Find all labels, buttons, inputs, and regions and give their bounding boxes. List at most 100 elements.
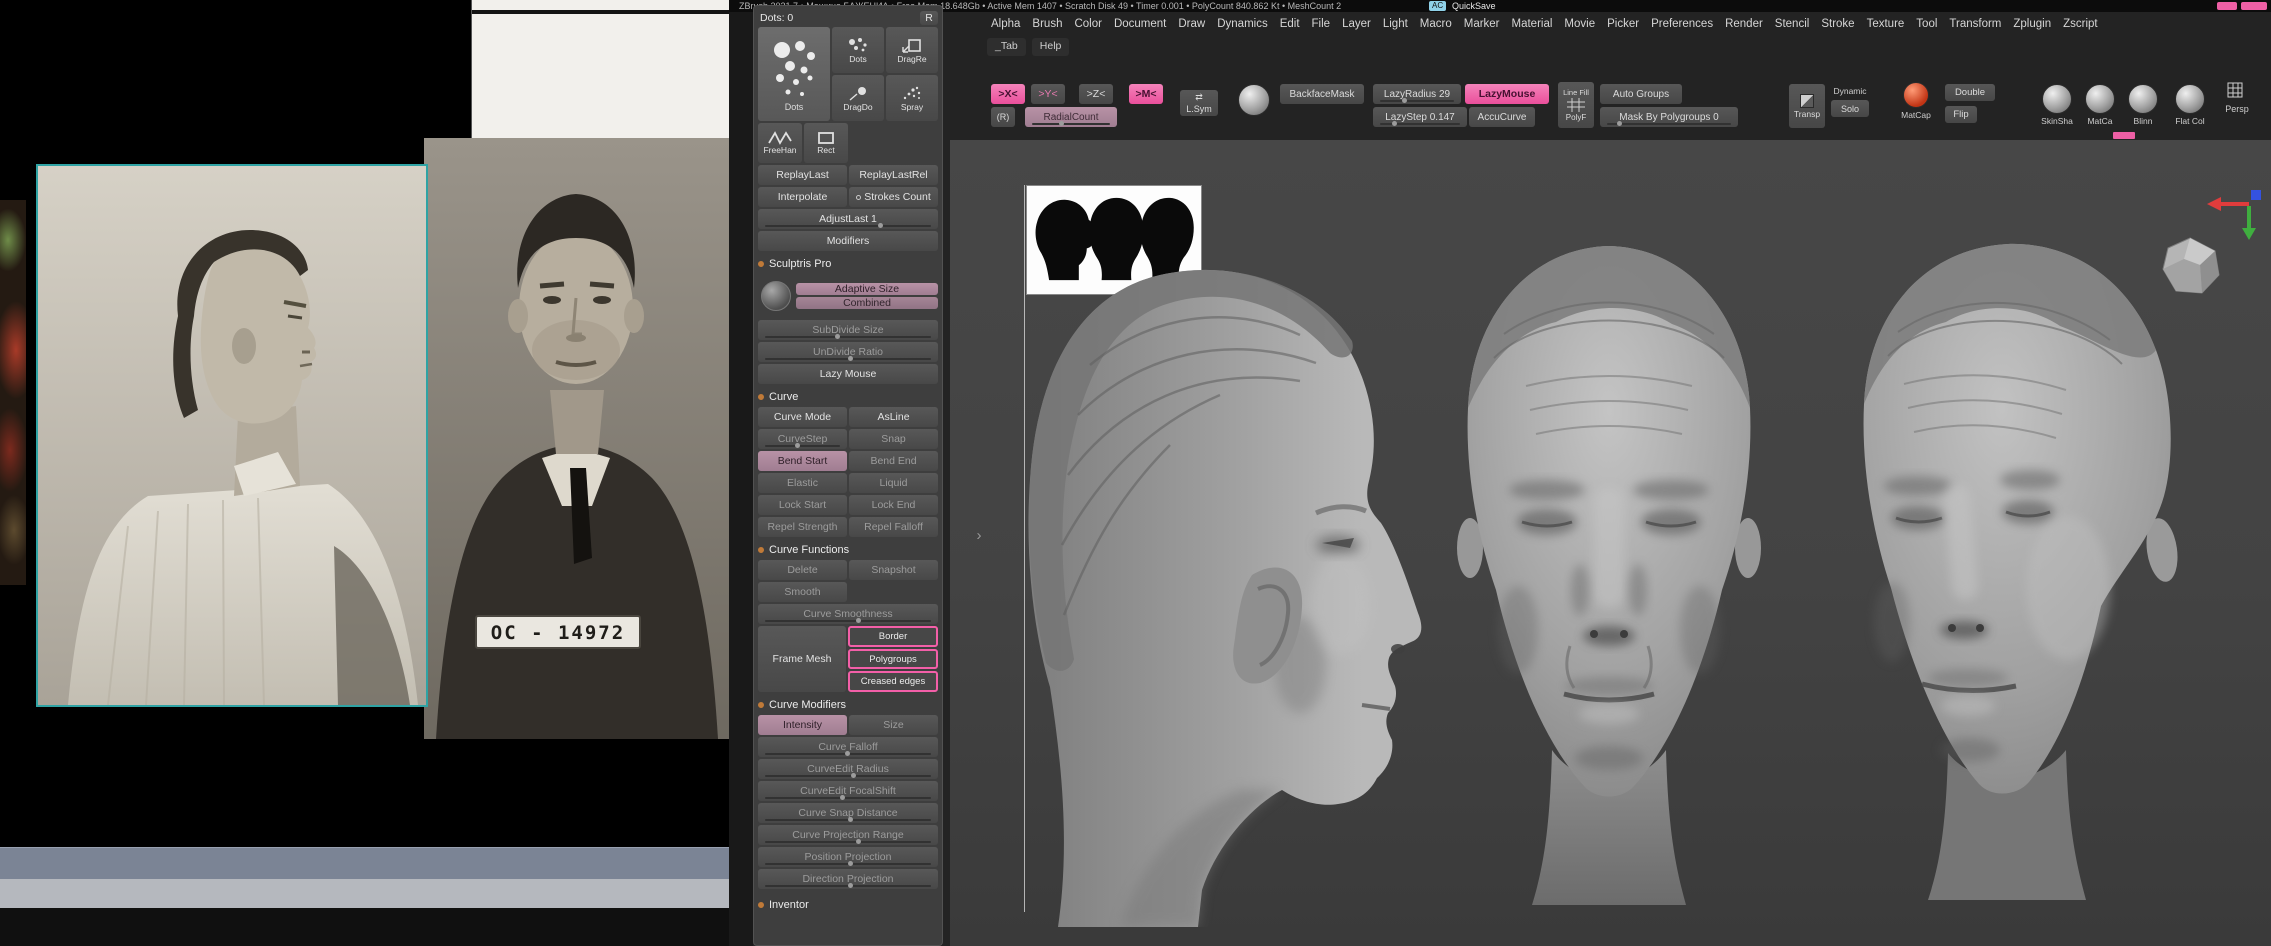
stroke-type-freehand[interactable]: FreeHan [758, 123, 802, 163]
nav-rock-widget[interactable] [2160, 235, 2222, 297]
stroke-type-dots-selected[interactable]: Dots [758, 27, 830, 121]
menu-layer[interactable]: Layer [1336, 16, 1377, 32]
replay-last-rel-button[interactable]: ReplayLastRel [849, 165, 938, 185]
line-fill-button[interactable]: Line Fill PolyF [1558, 82, 1594, 128]
material-blinn-sphere[interactable] [2128, 84, 2158, 114]
backface-sphere-icon[interactable] [1238, 84, 1270, 116]
snap-button[interactable]: Snap [849, 429, 938, 449]
modifiers-section-button[interactable]: Modifiers [758, 231, 938, 251]
adjust-last-slider[interactable]: AdjustLast 1 [758, 209, 938, 229]
lazy-radius-slider[interactable]: LazyRadius 29 [1373, 84, 1461, 104]
radial-r-button[interactable]: (R) [991, 107, 1015, 127]
transp-button[interactable]: Transp [1789, 84, 1825, 128]
menu-stencil[interactable]: Stencil [1769, 16, 1816, 32]
lazy-step-slider[interactable]: LazyStep 0.147 [1373, 107, 1467, 127]
size-button[interactable]: Size [849, 715, 938, 735]
intensity-button[interactable]: Intensity [758, 715, 847, 735]
elastic-button[interactable]: Elastic [758, 473, 847, 493]
menu-draw[interactable]: Draw [1172, 16, 1211, 32]
frame-mesh-border-button[interactable]: Border [848, 626, 938, 647]
delete-button[interactable]: Delete [758, 560, 847, 580]
solo-button[interactable]: Solo [1831, 100, 1869, 117]
menu-movie[interactable]: Movie [1558, 16, 1601, 32]
menu-picker[interactable]: Picker [1601, 16, 1645, 32]
stroke-type-rect[interactable]: Rect [804, 123, 848, 163]
bend-start-button[interactable]: Bend Start [758, 451, 847, 471]
bend-end-button[interactable]: Bend End [849, 451, 938, 471]
menu-tool[interactable]: Tool [1910, 16, 1943, 32]
menu-preferences[interactable]: Preferences [1645, 16, 1719, 32]
menu-file[interactable]: File [1306, 16, 1337, 32]
axis-gizmo[interactable] [2205, 182, 2265, 240]
frame-mesh-creased-edges-button[interactable]: Creased edges [848, 671, 938, 692]
undivide-ratio-slider[interactable]: UnDivide Ratio [758, 342, 938, 362]
curve-step-slider[interactable]: CurveStep [758, 429, 847, 449]
subdivide-size-slider[interactable]: SubDivide Size [758, 320, 938, 340]
sculpt-head-profile[interactable] [1000, 245, 1430, 927]
lock-start-button[interactable]: Lock Start [758, 495, 847, 515]
double-button[interactable]: Double [1945, 84, 1995, 101]
menu-texture[interactable]: Texture [1861, 16, 1911, 32]
replay-last-button[interactable]: ReplayLast [758, 165, 847, 185]
sym-m-button[interactable]: >M< [1129, 84, 1163, 104]
sculpt-head-three-quarter[interactable] [1818, 238, 2230, 900]
menu-macro[interactable]: Macro [1414, 16, 1458, 32]
persp-label[interactable]: Persp [2217, 104, 2257, 114]
background-window[interactable] [471, 0, 729, 138]
quicksave-button[interactable]: QuickSave [1452, 0, 1496, 12]
tab-button[interactable]: _Tab [987, 38, 1026, 56]
curve-functions-header[interactable]: Curve Functions [758, 542, 938, 558]
titlebar-pink-chip-2[interactable] [2241, 2, 2267, 10]
material-flatcolor-sphere[interactable] [2175, 84, 2205, 114]
flip-button[interactable]: Flip [1945, 106, 1977, 123]
matcap-red-sphere-icon[interactable] [1903, 82, 1929, 108]
repel-strength-slider[interactable]: Repel Strength [758, 517, 847, 537]
help-button[interactable]: Help [1032, 38, 1070, 56]
material-skinshade-sphere[interactable] [2042, 84, 2072, 114]
dots-count-slider[interactable]: Dots: 0 [758, 12, 918, 24]
menu-color[interactable]: Color [1068, 16, 1107, 32]
lock-end-button[interactable]: Lock End [849, 495, 938, 515]
curve-falloff-slider[interactable]: Curve Falloff [758, 737, 938, 757]
repel-falloff-slider[interactable]: Repel Falloff [849, 517, 938, 537]
mask-by-polygroups-slider[interactable]: Mask By Polygroups 0 [1600, 107, 1738, 127]
menu-marker[interactable]: Marker [1458, 16, 1506, 32]
strokes-count-button[interactable]: Strokes Count [849, 187, 938, 207]
frame-mesh-button[interactable]: Frame Mesh [758, 626, 846, 692]
reference-photo-mugshot[interactable]: OC - 14972 [424, 138, 729, 739]
menu-stroke[interactable]: Stroke [1815, 16, 1860, 32]
sculptris-pro-header[interactable]: Sculptris Pro [758, 256, 938, 272]
sym-y-button[interactable]: >Y< [1031, 84, 1065, 104]
curve-modifiers-header[interactable]: Curve Modifiers [758, 697, 938, 713]
menu-dynamics[interactable]: Dynamics [1211, 16, 1273, 32]
curve-header[interactable]: Curve [758, 389, 938, 405]
liquid-button[interactable]: Liquid [849, 473, 938, 493]
stroke-type-dragrect[interactable]: DragRe [886, 27, 938, 73]
lsym-button[interactable]: ⇄L.Sym [1180, 90, 1218, 116]
curve-snap-distance-slider[interactable]: Curve Snap Distance [758, 803, 938, 823]
interpolate-button[interactable]: Interpolate [758, 187, 847, 207]
lazy-mouse-button[interactable]: LazyMouse [1465, 84, 1549, 104]
menu-render[interactable]: Render [1719, 16, 1769, 32]
curve-projection-range-slider[interactable]: Curve Projection Range [758, 825, 938, 845]
sculpt-head-front[interactable] [1434, 238, 1784, 905]
reference-photo-profile[interactable] [36, 164, 428, 707]
titlebar-pink-chip-1[interactable] [2217, 2, 2237, 10]
restore-config-button[interactable]: R [920, 11, 938, 25]
stroke-type-dragdot[interactable]: DragDo [832, 75, 884, 121]
persp-grid-icon[interactable] [2227, 82, 2243, 98]
inventory-header-partial[interactable]: Inventor [758, 897, 938, 913]
curveedit-radius-slider[interactable]: CurveEdit Radius [758, 759, 938, 779]
menu-document[interactable]: Document [1108, 16, 1172, 32]
menu-material[interactable]: Material [1506, 16, 1559, 32]
menu-zplugin[interactable]: Zplugin [2007, 16, 2057, 32]
curve-mode-button[interactable]: Curve Mode [758, 407, 847, 427]
curve-smoothness-slider[interactable]: Curve Smoothness [758, 604, 938, 624]
radial-count-slider[interactable]: RadialCount [1025, 107, 1117, 127]
material-matcap-sphere[interactable] [2085, 84, 2115, 114]
menu-transform[interactable]: Transform [1943, 16, 2007, 32]
tray-collapse-arrow[interactable]: › [973, 520, 985, 550]
position-projection-slider[interactable]: Position Projection [758, 847, 938, 867]
backface-mask-button[interactable]: BackfaceMask [1280, 84, 1364, 104]
curveedit-focalshift-slider[interactable]: CurveEdit FocalShift [758, 781, 938, 801]
